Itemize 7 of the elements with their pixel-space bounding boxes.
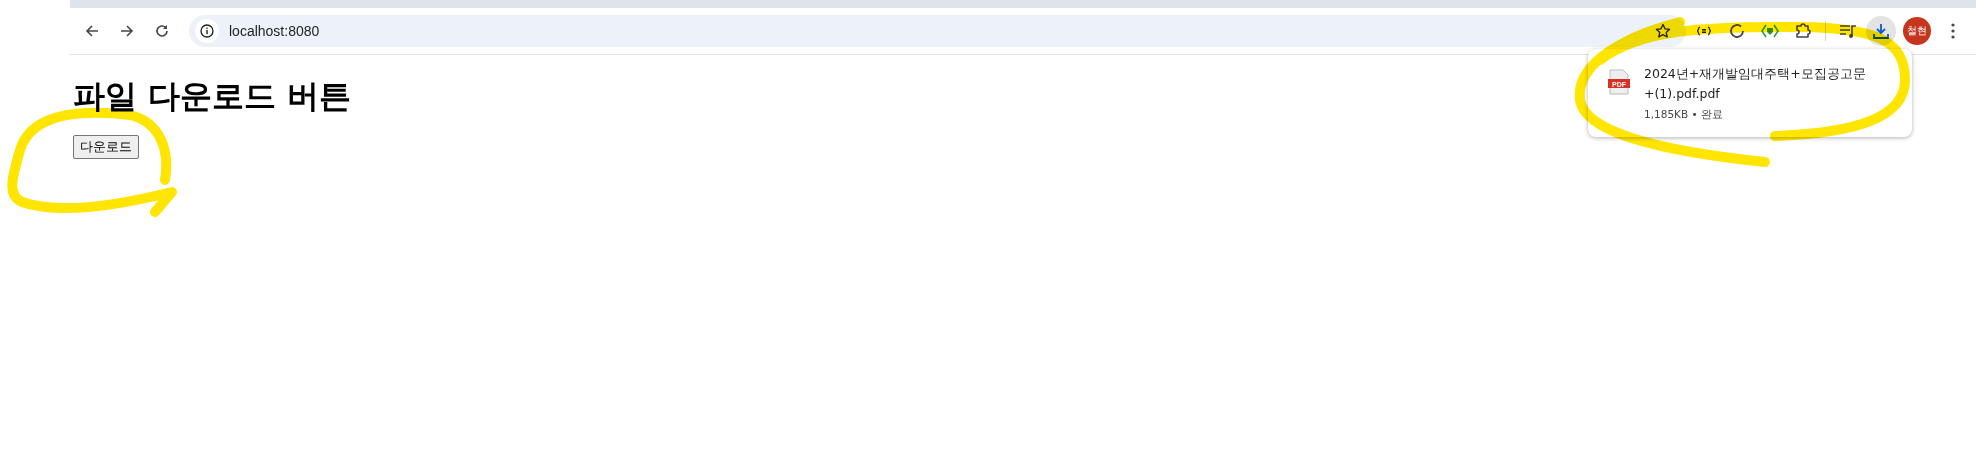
address-bar[interactable]: localhost:8080 (189, 15, 1686, 47)
file-name[interactable]: 2024년+재개발임대주택+모집공고문+(1).pdf.pdf (1644, 64, 1876, 104)
download-button[interactable]: 다운로드 (73, 135, 139, 159)
profile-avatar[interactable]: 철현 (1903, 17, 1931, 45)
page-heading: 파일 다운로드 버튼 (73, 76, 352, 117)
address-text: localhost:8080 (229, 23, 321, 39)
download-details: 1,185KB • 완료 (1644, 108, 1725, 122)
